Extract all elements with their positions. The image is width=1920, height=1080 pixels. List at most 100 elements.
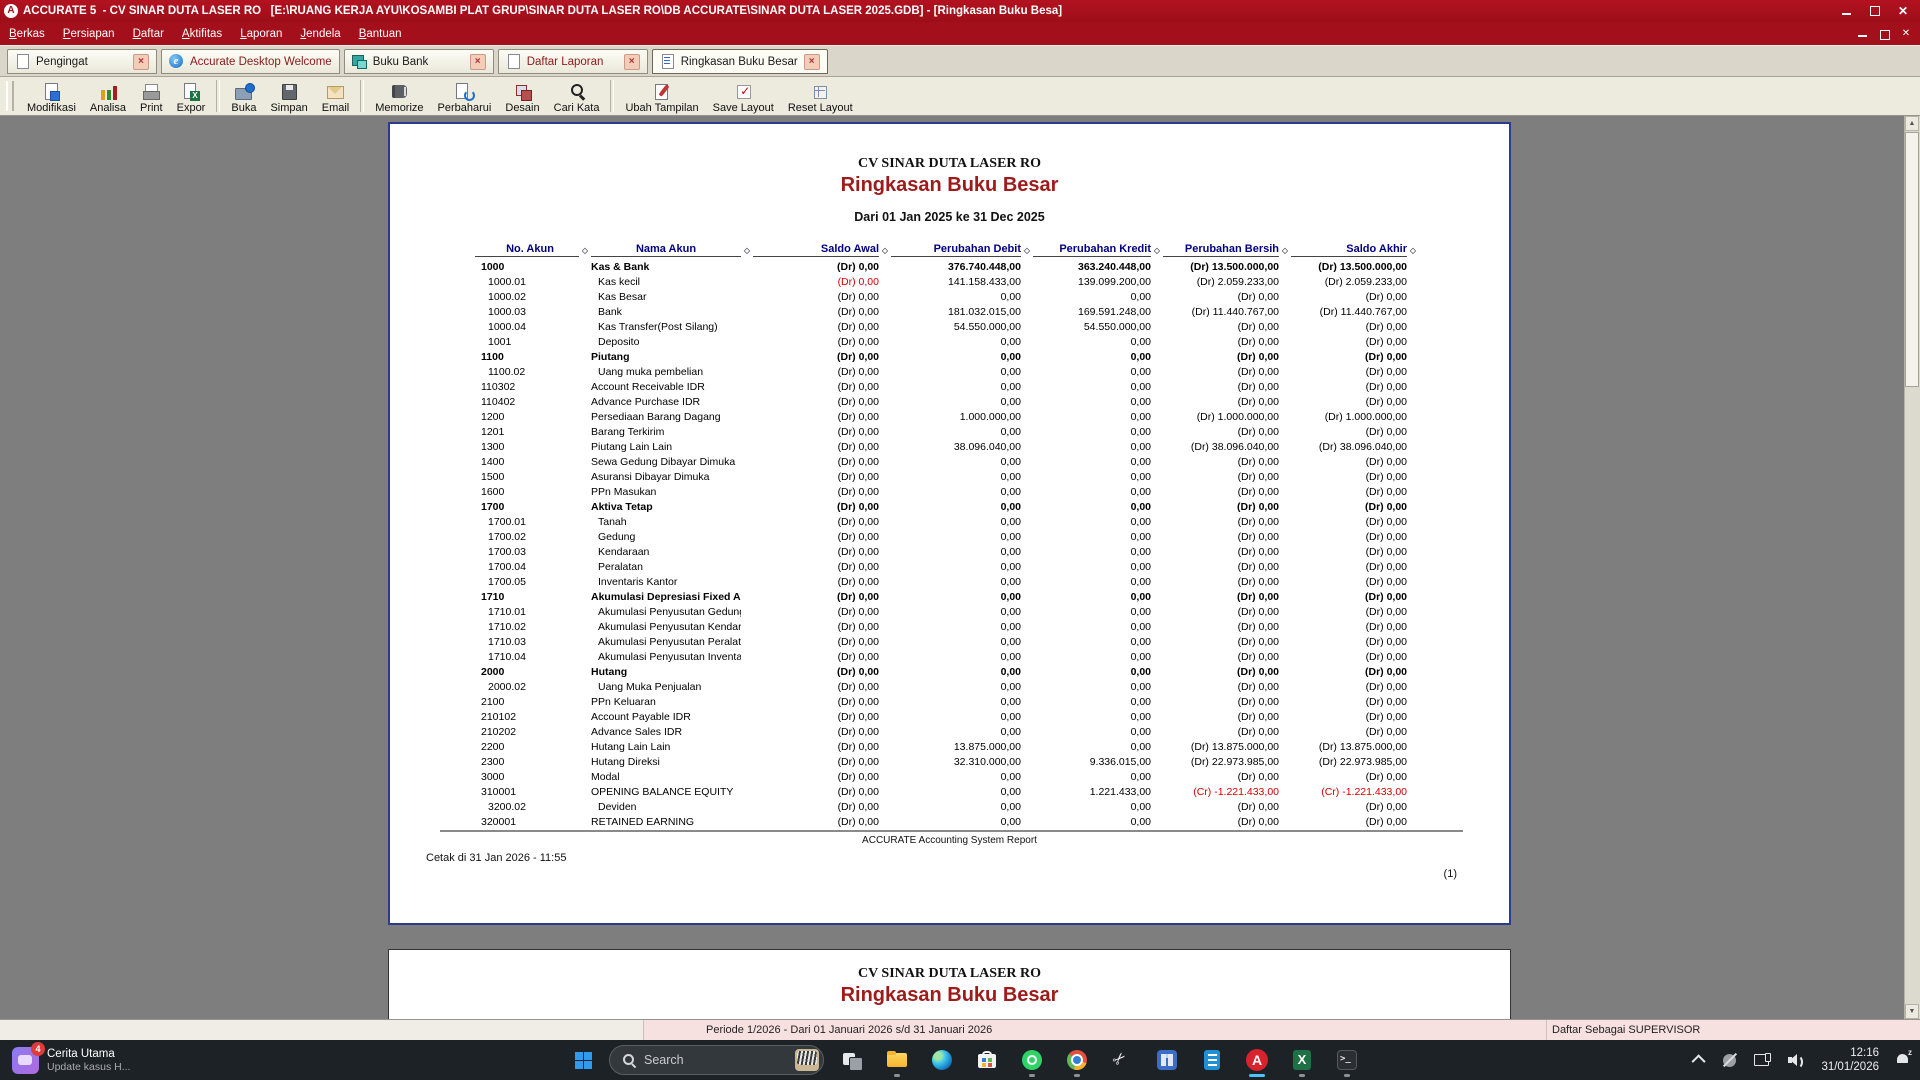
taskbar-snipping-tool-icon[interactable] — [1110, 1045, 1134, 1075]
taskbar-whatsapp-icon[interactable] — [1020, 1045, 1044, 1077]
column-header-perubahan-bersih[interactable]: Perubahan Bersih — [1163, 243, 1279, 257]
taskbar-chrome-icon[interactable] — [1065, 1045, 1089, 1077]
table-row[interactable]: 1400 Sewa Gedung Dibayar Dimuka (Dr) 0,00 0… — [475, 455, 1475, 470]
taskbar-task-view-icon[interactable] — [840, 1045, 864, 1075]
table-row[interactable]: 3200.02 Deviden (Dr) 0,00 0,00 0,00 (Dr) 0,00… — [475, 800, 1475, 815]
tab-buku-bank[interactable]: Buku Bank × — [343, 49, 494, 74]
table-row[interactable]: 1700.05 Inventaris Kantor (Dr) 0,00 0,00 0,0… — [475, 575, 1475, 590]
toolbar-button-cari-kata[interactable]: Cari Kata — [547, 77, 607, 115]
sort-diamond-icon[interactable]: ◇ — [1407, 246, 1419, 257]
table-row[interactable]: 1700 Aktiva Tetap (Dr) 0,00 0,00 0,00 (Dr) 0,… — [475, 500, 1475, 515]
menu-daftar[interactable]: Daftar — [124, 25, 173, 43]
toolbar-button-ubah-tampilan[interactable]: Ubah Tampilan — [618, 77, 705, 115]
tab-ringkasan-buku-besar[interactable]: Ringkasan Buku Besar × — [651, 49, 828, 74]
table-row[interactable]: 2200 Hutang Lain Lain (Dr) 0,00 13.875.000,… — [475, 740, 1475, 755]
tray-chevron-up-icon[interactable] — [1691, 1054, 1707, 1069]
sort-diamond-icon[interactable]: ◇ — [1279, 246, 1291, 257]
menu-laporan[interactable]: Laporan — [231, 25, 291, 43]
table-row[interactable]: 1700.01 Tanah (Dr) 0,00 0,00 0,00 (Dr) 0,00 (D… — [475, 515, 1475, 530]
menu-aktifitas[interactable]: Aktifitas — [173, 25, 231, 43]
restore-button[interactable] — [1868, 4, 1882, 18]
sort-diamond-icon[interactable]: ◇ — [579, 246, 591, 257]
toolbar-button-analisa[interactable]: Analisa — [83, 77, 133, 115]
table-row[interactable]: 1201 Barang Terkirim (Dr) 0,00 0,00 0,00 (Dr)… — [475, 425, 1475, 440]
close-icon[interactable]: × — [623, 53, 640, 70]
table-row[interactable]: 1100.02 Uang muka pembelian (Dr) 0,00 0,00 0… — [475, 365, 1475, 380]
toolbar-button-buka[interactable]: Buka — [224, 77, 263, 115]
tab-pengingat[interactable]: Pengingat × — [7, 49, 157, 74]
tab-accurate-desktop-welcome[interactable]: Accurate Desktop Welcome — [161, 49, 340, 74]
toolbar-button-simpan[interactable]: Simpan — [263, 77, 314, 115]
notification-bell-icon[interactable] — [1896, 1049, 1912, 1068]
table-row[interactable]: 210102 Account Payable IDR (Dr) 0,00 0,00 0,… — [475, 710, 1475, 725]
search-input[interactable]: Search — [609, 1045, 824, 1075]
child-close-button[interactable]: ✕ — [1900, 28, 1912, 40]
table-row[interactable]: 1710.02 Akumulasi Penyusutan Kendar (Dr) 0… — [475, 620, 1475, 635]
column-header-perubahan-kredit[interactable]: Perubahan Kredit — [1033, 243, 1151, 257]
table-row[interactable]: 1600 PPn Masukan (Dr) 0,00 0,00 0,00 (Dr) 0,0… — [475, 485, 1475, 500]
network-offline-icon[interactable] — [1722, 1053, 1737, 1068]
table-row[interactable]: 1500 Asuransi Dibayar Dimuka (Dr) 0,00 0,00… — [475, 470, 1475, 485]
taskbar-excel-icon[interactable] — [1290, 1045, 1314, 1077]
taskbar-store-icon[interactable] — [975, 1045, 999, 1075]
table-row[interactable]: 1000 Kas & Bank (Dr) 0,00 376.740.448,00 363… — [475, 260, 1475, 275]
child-restore-button[interactable] — [1878, 28, 1890, 40]
toolbar-button-modifikasi[interactable]: Modifikasi — [20, 77, 83, 115]
table-row[interactable]: 110302 Account Receivable IDR (Dr) 0,00 0,0… — [475, 380, 1475, 395]
table-row[interactable]: 1710.03 Akumulasi Penyusutan Peralat (Dr) … — [475, 635, 1475, 650]
toolbar-button-perbaharui[interactable]: Perbaharui — [431, 77, 499, 115]
sort-diamond-icon[interactable]: ◇ — [741, 246, 753, 257]
table-row[interactable]: 1700.02 Gedung (Dr) 0,00 0,00 0,00 (Dr) 0,00 (… — [475, 530, 1475, 545]
table-row[interactable]: 2300 Hutang Direksi (Dr) 0,00 32.310.000,00… — [475, 755, 1475, 770]
taskbar-accurate-icon[interactable] — [1245, 1045, 1269, 1077]
table-row[interactable]: 1100 Piutang (Dr) 0,00 0,00 0,00 (Dr) 0,00 (Dr… — [475, 350, 1475, 365]
tab-daftar-laporan[interactable]: Daftar Laporan × — [497, 49, 648, 74]
menu-jendela[interactable]: Jendela — [291, 25, 349, 43]
scroll-up-icon[interactable]: ▲ — [1905, 116, 1919, 131]
volume-icon[interactable] — [1788, 1053, 1804, 1069]
menu-persiapan[interactable]: Persiapan — [54, 25, 124, 43]
toolbar-button-print[interactable]: Print — [133, 77, 170, 115]
table-row[interactable]: 310001 OPENING BALANCE EQUITY (Dr) 0,00 0,0… — [475, 785, 1475, 800]
menu-bantuan[interactable]: Bantuan — [350, 25, 411, 43]
child-minimize-button[interactable] — [1856, 28, 1868, 40]
toolbar-button-save-layout[interactable]: Save Layout — [706, 77, 781, 115]
menu-berkas[interactable]: Berkas — [0, 25, 54, 43]
close-icon[interactable]: × — [803, 53, 820, 70]
toolbar-button-memorize[interactable]: Memorize — [368, 77, 430, 115]
toolbar-button-desain[interactable]: Desain — [498, 77, 546, 115]
scrollbar-thumb[interactable] — [1905, 132, 1919, 387]
table-row[interactable]: 1000.04 Kas Transfer(Post Silang) (Dr) 0,0… — [475, 320, 1475, 335]
column-header-nama-akun[interactable]: Nama Akun — [591, 243, 741, 257]
table-row[interactable]: 1001 Deposito (Dr) 0,00 0,00 0,00 (Dr) 0,00 (D… — [475, 335, 1475, 350]
column-header-saldo-akhir[interactable]: Saldo Akhir — [1291, 243, 1407, 257]
taskbar-notes-icon[interactable] — [1200, 1045, 1224, 1075]
table-row[interactable]: 320001 RETAINED EARNING (Dr) 0,00 0,00 0,00 (… — [475, 815, 1475, 830]
table-row[interactable]: 2000 Hutang (Dr) 0,00 0,00 0,00 (Dr) 0,00 (Dr)… — [475, 665, 1475, 680]
table-row[interactable]: 3000 Modal (Dr) 0,00 0,00 0,00 (Dr) 0,00 (Dr) … — [475, 770, 1475, 785]
sort-diamond-icon[interactable]: ◇ — [1021, 246, 1033, 257]
table-row[interactable]: 1700.04 Peralatan (Dr) 0,00 0,00 0,00 (Dr) 0,… — [475, 560, 1475, 575]
table-row[interactable]: 1710.04 Akumulasi Penyusutan Inventa (Dr) … — [475, 650, 1475, 665]
table-row[interactable]: 1200 Persediaan Barang Dagang (Dr) 0,00 1.0… — [475, 410, 1475, 425]
table-row[interactable]: 210202 Advance Sales IDR (Dr) 0,00 0,00 0,00… — [475, 725, 1475, 740]
table-row[interactable]: 1000.01 Kas kecil (Dr) 0,00 141.158.433,00 1… — [475, 275, 1475, 290]
toolbar-grip[interactable] — [6, 81, 14, 111]
taskbar-terminal-icon[interactable] — [1335, 1045, 1359, 1077]
taskbar-calculator-icon[interactable] — [1155, 1045, 1179, 1075]
table-row[interactable]: 1710 Akumulasi Depresiasi Fixed As (Dr) 0,… — [475, 590, 1475, 605]
close-icon[interactable]: × — [469, 53, 486, 70]
scroll-down-icon[interactable]: ▼ — [1905, 1004, 1919, 1019]
taskbar-file-explorer-icon[interactable] — [885, 1045, 909, 1077]
table-row[interactable]: 1300 Piutang Lain Lain (Dr) 0,00 38.096.040… — [475, 440, 1475, 455]
column-header-saldo-awal[interactable]: Saldo Awal — [753, 243, 879, 257]
column-header-perubahan-debit[interactable]: Perubahan Debit — [891, 243, 1021, 257]
display-device-icon[interactable] — [1754, 1053, 1772, 1067]
start-button[interactable] — [575, 1051, 592, 1069]
table-row[interactable]: 110402 Advance Purchase IDR (Dr) 0,00 0,00 0… — [475, 395, 1475, 410]
table-row[interactable]: 1000.02 Kas Besar (Dr) 0,00 0,00 0,00 (Dr) 0,… — [475, 290, 1475, 305]
table-row[interactable]: 2100 PPn Keluaran (Dr) 0,00 0,00 0,00 (Dr) 0,… — [475, 695, 1475, 710]
sort-diamond-icon[interactable]: ◇ — [1151, 246, 1163, 257]
tray-clock[interactable]: 12:16 31/01/2026 — [1821, 1046, 1879, 1074]
toolbar-button-email[interactable]: Email — [315, 77, 357, 115]
